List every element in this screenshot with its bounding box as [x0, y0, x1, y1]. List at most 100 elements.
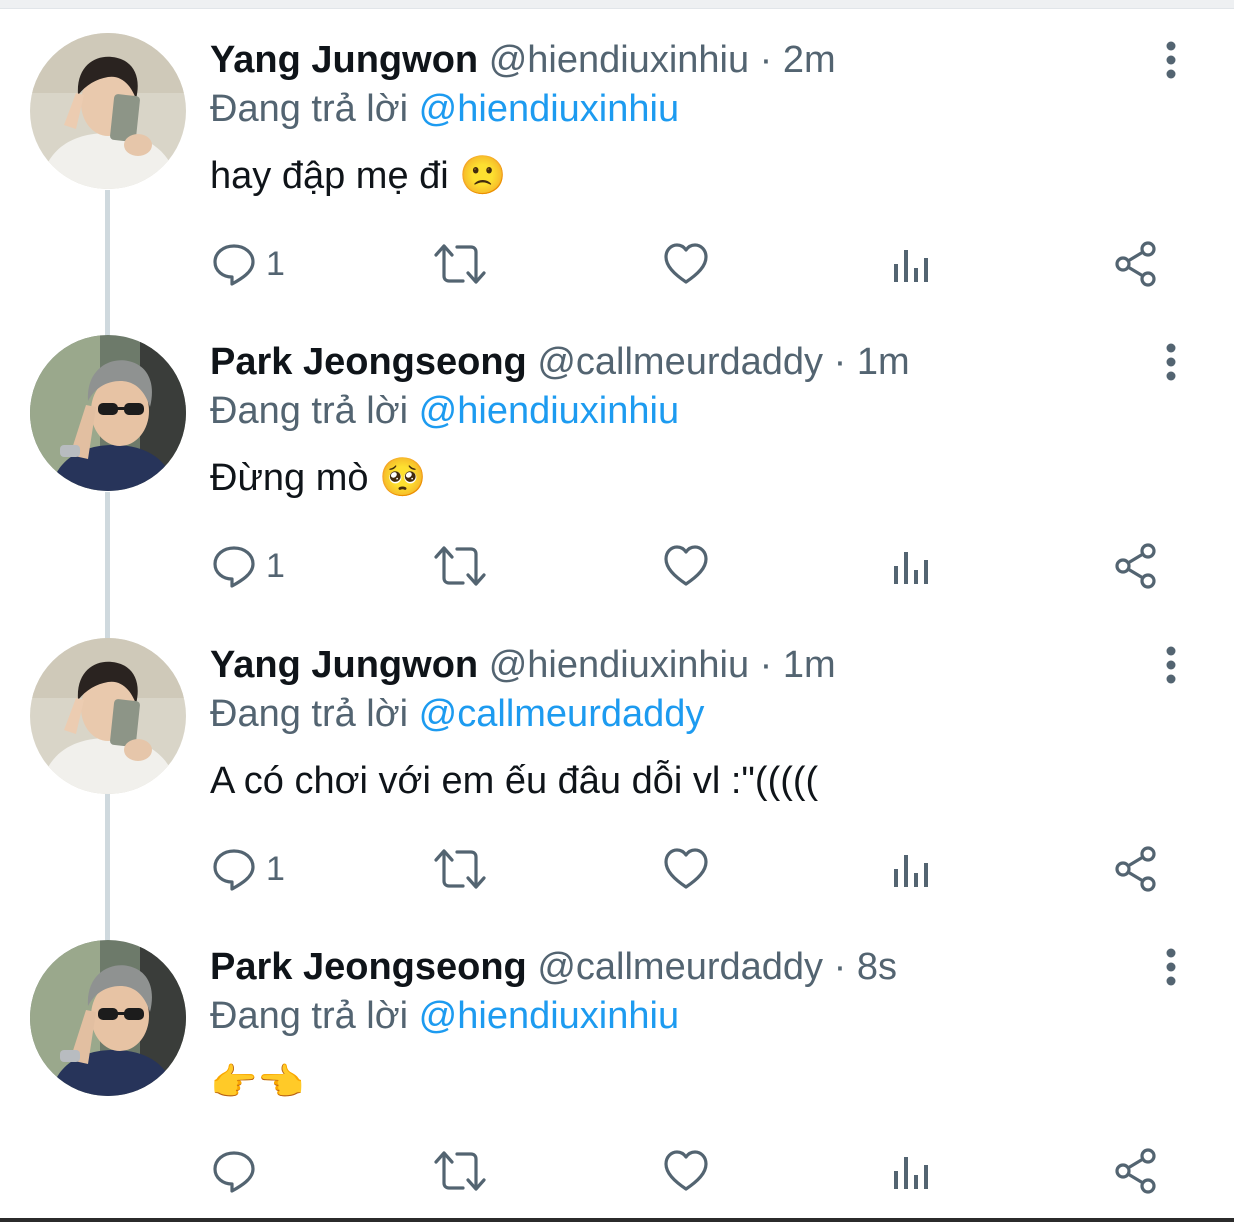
avatar[interactable]	[30, 940, 186, 1096]
share-button[interactable]	[1112, 538, 1160, 594]
vertical-ellipsis-icon	[1166, 646, 1176, 684]
avatar[interactable]	[30, 33, 186, 189]
reply-to-mention[interactable]: @hiendiuxinhiu	[419, 390, 679, 432]
user-handle[interactable]: @callmeurdaddy	[537, 946, 823, 988]
share-icon	[1115, 846, 1156, 892]
share-button[interactable]	[1112, 236, 1160, 292]
profile-photo	[30, 335, 186, 491]
views-button[interactable]	[888, 538, 936, 594]
more-options-button[interactable]	[1156, 342, 1186, 382]
profile-photo	[30, 33, 186, 189]
tweet-content: Park Jeongseong @callmeurdaddy · 1m Đang…	[210, 338, 1140, 502]
views-button[interactable]	[888, 236, 936, 292]
speech-bubble-icon	[213, 1151, 255, 1193]
bar-chart-icon	[894, 552, 928, 584]
reply-button[interactable]: 1	[210, 236, 285, 292]
bottom-divider	[0, 1218, 1234, 1222]
tweet-text: hay đập mẹ đi 🙁	[210, 155, 507, 197]
tweet[interactable]: Park Jeongseong @callmeurdaddy · 1m Đang…	[0, 302, 1234, 604]
tweet[interactable]: Yang Jungwon @hiendiuxinhiu · 2m Đang tr…	[0, 0, 1234, 302]
user-handle[interactable]: @hiendiuxinhiu	[489, 39, 749, 81]
views-button[interactable]	[888, 1143, 936, 1199]
tweet-content: Park Jeongseong @callmeurdaddy · 8s Đang…	[210, 943, 1140, 1107]
reply-button[interactable]: 1	[210, 841, 285, 897]
reply-count: 1	[266, 546, 285, 585]
vertical-ellipsis-icon	[1166, 343, 1176, 381]
separator-dot: ·	[759, 644, 773, 686]
heart-icon	[664, 243, 708, 284]
bar-chart-icon	[894, 250, 928, 282]
like-button[interactable]	[662, 1143, 710, 1199]
tweet-actions: 1	[210, 236, 1190, 292]
reply-prefix: Đang trả lời	[210, 88, 409, 130]
reply-count: 1	[266, 849, 285, 888]
tweet-header: Park Jeongseong @callmeurdaddy · 1m	[210, 338, 1140, 386]
tweet-content: Yang Jungwon @hiendiuxinhiu · 2m Đang tr…	[210, 36, 1140, 200]
heart-icon	[664, 848, 708, 889]
profile-photo	[30, 940, 186, 1096]
reply-to-mention[interactable]: @hiendiuxinhiu	[419, 995, 679, 1037]
vertical-ellipsis-icon	[1166, 948, 1176, 986]
views-button[interactable]	[888, 841, 936, 897]
tweet-time[interactable]: 1m	[857, 341, 910, 383]
bar-chart-icon	[894, 855, 928, 887]
retweet-icon	[434, 849, 486, 889]
replying-to: Đang trả lời @callmeurdaddy	[210, 689, 1140, 739]
display-name[interactable]: Yang Jungwon	[210, 644, 478, 686]
display-name[interactable]: Yang Jungwon	[210, 39, 478, 81]
reply-to-mention[interactable]: @callmeurdaddy	[419, 693, 705, 735]
share-button[interactable]	[1112, 1143, 1160, 1199]
tweet-actions	[210, 1143, 1190, 1199]
speech-bubble-icon	[213, 244, 255, 286]
tweet[interactable]: Yang Jungwon @hiendiuxinhiu · 1m Đang tr…	[0, 605, 1234, 907]
like-button[interactable]	[662, 236, 710, 292]
replying-to: Đang trả lời @hiendiuxinhiu	[210, 386, 1140, 436]
vertical-ellipsis-icon	[1166, 41, 1176, 79]
separator-dot: ·	[833, 946, 847, 988]
display-name[interactable]: Park Jeongseong	[210, 946, 527, 988]
share-icon	[1115, 1148, 1156, 1194]
more-options-button[interactable]	[1156, 40, 1186, 80]
tweet-header: Park Jeongseong @callmeurdaddy · 8s	[210, 943, 1140, 991]
tweet-text: 👉👈	[210, 1062, 305, 1104]
tweet-time[interactable]: 8s	[857, 946, 897, 988]
replying-to: Đang trả lời @hiendiuxinhiu	[210, 991, 1140, 1041]
separator-dot: ·	[833, 341, 847, 383]
tweet-text: A có chơi với em ếu đâu dỗi vl :"(((((	[210, 760, 819, 802]
retweet-button[interactable]	[432, 841, 488, 897]
tweet[interactable]: Park Jeongseong @callmeurdaddy · 8s Đang…	[0, 907, 1234, 1209]
separator-dot: ·	[759, 39, 773, 81]
user-handle[interactable]: @callmeurdaddy	[537, 341, 823, 383]
tweet-header: Yang Jungwon @hiendiuxinhiu · 1m	[210, 641, 1140, 689]
tweet-content: Yang Jungwon @hiendiuxinhiu · 1m Đang tr…	[210, 641, 1140, 805]
share-button[interactable]	[1112, 841, 1160, 897]
retweet-button[interactable]	[432, 1143, 488, 1199]
tweet-actions: 1	[210, 538, 1190, 594]
tweet-actions: 1	[210, 841, 1190, 897]
reply-prefix: Đang trả lời	[210, 995, 409, 1037]
avatar[interactable]	[30, 638, 186, 794]
speech-bubble-icon	[213, 849, 255, 891]
replying-to: Đang trả lời @hiendiuxinhiu	[210, 84, 1140, 134]
share-icon	[1115, 543, 1156, 589]
retweet-icon	[434, 1151, 486, 1191]
like-button[interactable]	[662, 538, 710, 594]
display-name[interactable]: Park Jeongseong	[210, 341, 527, 383]
reply-prefix: Đang trả lời	[210, 390, 409, 432]
tweet-time[interactable]: 1m	[783, 644, 836, 686]
retweet-icon	[434, 244, 486, 284]
reply-button[interactable]: 1	[210, 538, 285, 594]
user-handle[interactable]: @hiendiuxinhiu	[489, 644, 749, 686]
avatar[interactable]	[30, 335, 186, 491]
like-button[interactable]	[662, 841, 710, 897]
more-options-button[interactable]	[1156, 645, 1186, 685]
more-options-button[interactable]	[1156, 947, 1186, 987]
reply-button[interactable]	[210, 1143, 266, 1199]
heart-icon	[664, 1150, 708, 1191]
tweet-text: Đừng mò 🥺	[210, 457, 427, 499]
retweet-button[interactable]	[432, 236, 488, 292]
retweet-button[interactable]	[432, 538, 488, 594]
tweet-time[interactable]: 2m	[783, 39, 836, 81]
reply-to-mention[interactable]: @hiendiuxinhiu	[419, 88, 679, 130]
share-icon	[1115, 241, 1156, 287]
